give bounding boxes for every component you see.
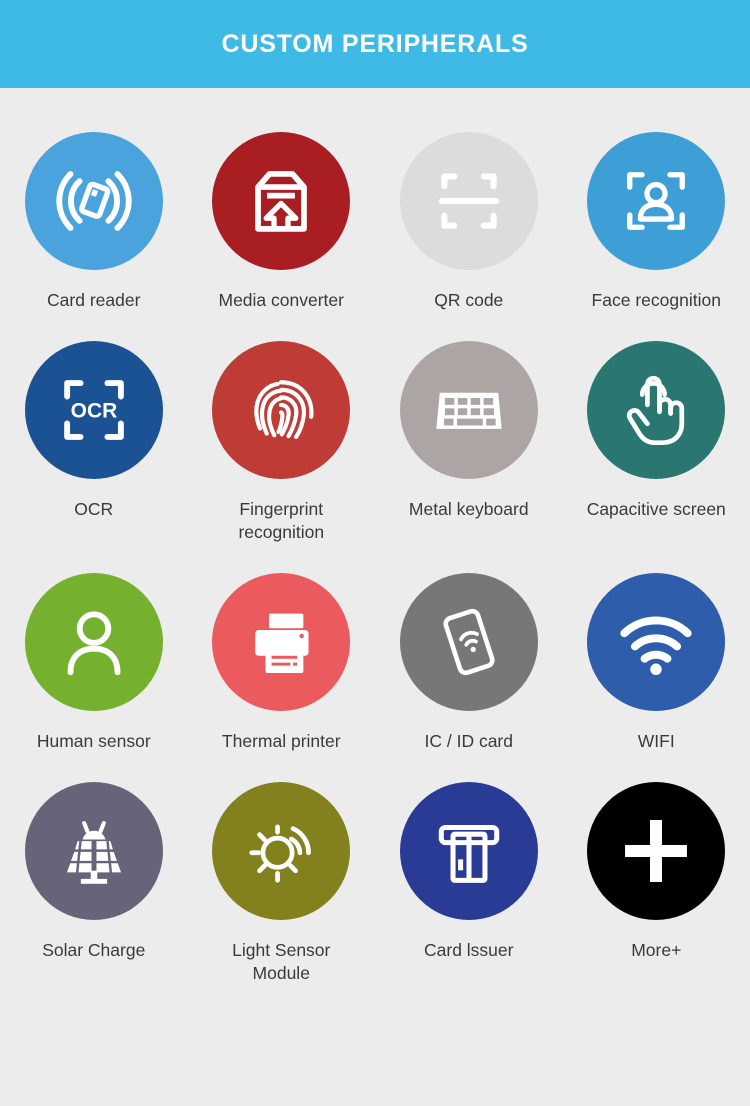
ocr-circle[interactable]: OCR [24, 340, 163, 479]
peripheral-item-media-converter[interactable]: Media converter [188, 110, 376, 313]
peripheral-label: Solar Charge [42, 939, 146, 960]
rfid-card-reader-icon [56, 171, 132, 231]
peripheral-label: Card lssuer [424, 939, 514, 960]
media-converter-circle[interactable] [212, 132, 351, 270]
peripheral-item-card-reader[interactable]: Card reader [0, 110, 188, 313]
peripheral-label: Face recognition [591, 290, 721, 310]
card-reader-circle[interactable] [24, 132, 163, 270]
fingerprint-icon [254, 379, 314, 439]
ocr-icon: OCR [63, 379, 124, 440]
peripheral-label: Thermal printer [221, 730, 341, 751]
ic-id-card-circle[interactable] [399, 572, 538, 711]
capacitive-screen-circle[interactable] [587, 340, 726, 479]
peripheral-item-metal-keyboard[interactable]: Metal keyboard [375, 319, 563, 545]
peripheral-label: OCR [74, 498, 114, 519]
light-sensor-circle[interactable] [212, 781, 351, 920]
card-issuer-icon [438, 824, 499, 883]
peripherals-page: CUSTOM PERIPHERALS Card reader Media con… [0, 0, 750, 1106]
peripheral-label: Metal keyboard [408, 498, 529, 519]
peripheral-item-capacitive-screen[interactable]: Capacitive screen [563, 319, 750, 545]
metal-keyboard-circle[interactable] [399, 340, 538, 479]
face-recognition-icon [627, 172, 686, 230]
peripheral-item-face-recognition[interactable]: Face recognition [563, 110, 750, 313]
page-banner: CUSTOM PERIPHERALS [0, 0, 750, 88]
solar-charge-circle[interactable] [24, 781, 163, 920]
peripheral-label: IC / ID card [424, 730, 514, 751]
nfc-card-icon [443, 608, 495, 676]
peripheral-item-human-sensor[interactable]: Human sensor [0, 551, 188, 754]
light-sensor-icon [249, 824, 312, 883]
peripheral-label: Human sensor [36, 730, 151, 751]
peripheral-item-more[interactable]: More+ [563, 760, 750, 986]
media-converter-icon [255, 171, 308, 232]
peripheral-item-light-sensor[interactable]: Light Sensor Module [188, 760, 376, 986]
peripheral-label: Card reader [47, 290, 141, 310]
peripheral-item-qr-code[interactable]: QR code [375, 110, 563, 313]
peripheral-label: Capacitive screen [586, 498, 726, 519]
keyboard-icon [436, 392, 502, 429]
qr-scan-icon [438, 173, 499, 229]
peripheral-label: Light Sensor Module [232, 939, 331, 984]
peripheral-item-card-issuer[interactable]: Card lssuer [375, 760, 563, 986]
ocr-glyph-text: OCR [70, 399, 117, 422]
touch-hand-icon [627, 375, 685, 445]
page-title: CUSTOM PERIPHERALS [221, 29, 529, 58]
peripheral-item-thermal-printer[interactable]: Thermal printer [188, 551, 376, 754]
peripheral-label: Fingerprint recognition [238, 498, 325, 543]
peripherals-grid: Card reader Media converter QR code Face… [0, 88, 750, 986]
wifi-icon [620, 616, 692, 675]
peripheral-label: Media converter [218, 290, 344, 310]
qr-code-circle[interactable] [399, 132, 538, 270]
peripheral-label: QR code [434, 290, 504, 310]
peripheral-label: More+ [631, 939, 682, 960]
person-icon [67, 611, 121, 676]
peripheral-item-solar-charge[interactable]: Solar Charge [0, 760, 188, 986]
peripheral-item-wifi[interactable]: WIFI [563, 551, 750, 754]
thermal-printer-circle[interactable] [212, 572, 351, 711]
peripheral-item-ocr[interactable]: OCR OCR [0, 319, 188, 545]
human-sensor-circle[interactable] [24, 572, 163, 711]
fingerprint-circle[interactable] [212, 340, 351, 479]
card-issuer-circle[interactable] [399, 781, 538, 920]
printer-icon [255, 613, 309, 673]
wifi-circle[interactable] [587, 572, 726, 711]
face-recognition-circle[interactable] [587, 132, 726, 270]
solar-panel-icon [66, 820, 121, 884]
peripheral-label: WIFI [637, 730, 675, 751]
more-circle[interactable] [587, 781, 726, 920]
plus-icon [625, 819, 688, 882]
peripheral-item-ic-id-card[interactable]: IC / ID card [375, 551, 563, 754]
peripheral-item-fingerprint[interactable]: Fingerprint recognition [188, 319, 376, 545]
